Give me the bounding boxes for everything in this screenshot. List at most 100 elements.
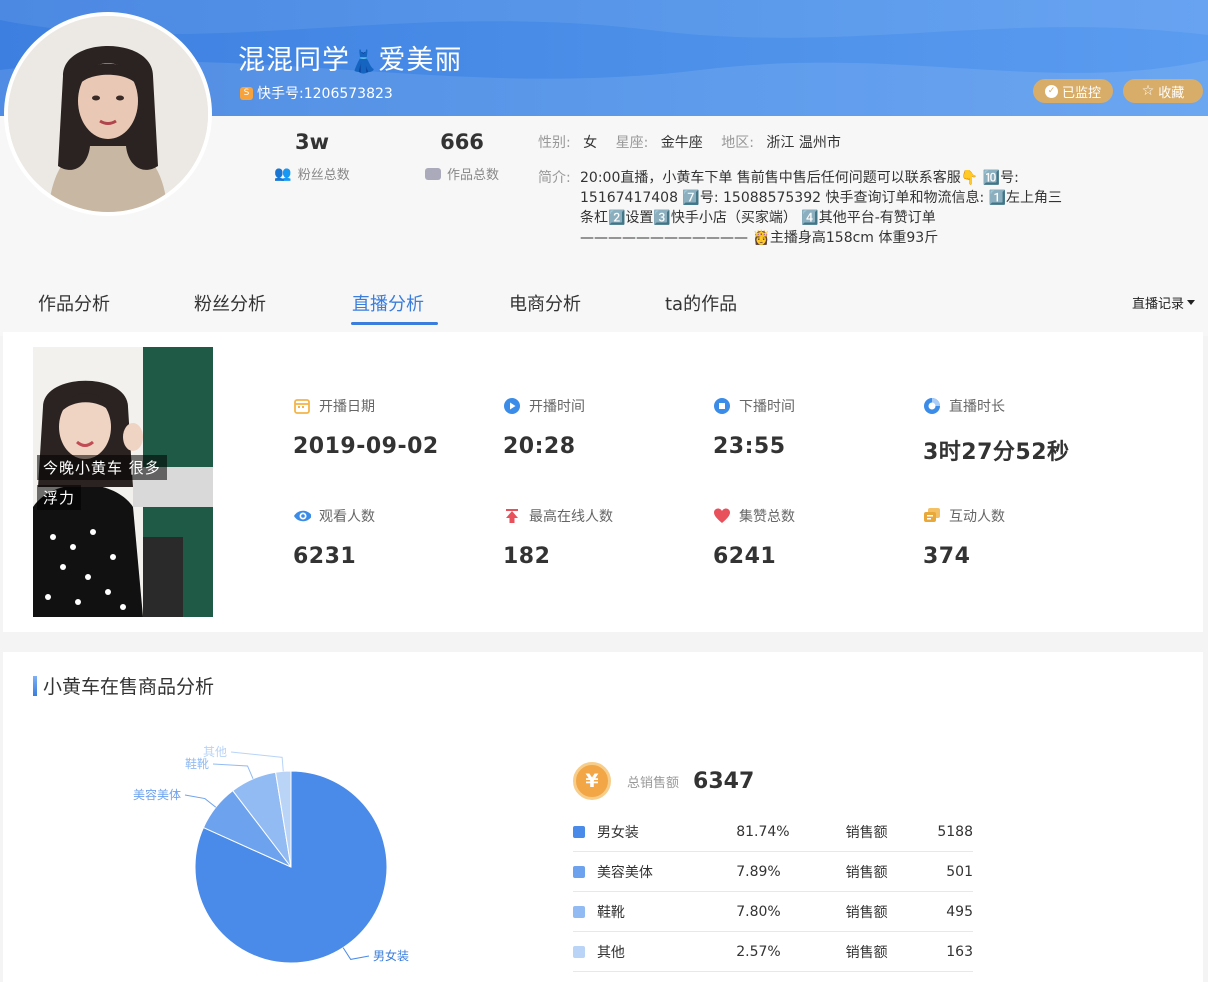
goods-percent: 2.57% (736, 943, 781, 960)
pie-leader-line-3 (230, 751, 284, 772)
pie-leader-line-0 (342, 947, 370, 960)
monitor-button-label: 已监控 (1061, 85, 1101, 101)
film-icon (424, 167, 441, 180)
goods-category: 鞋靴 (596, 904, 625, 921)
anchor-name: 混混同学👗爱美丽 (238, 38, 462, 77)
goods-row: 其他 2.57% 销售额 163 (573, 932, 973, 972)
metric-value: 2019-09-02 (293, 434, 439, 459)
zodiac-label: 星座: (615, 135, 649, 151)
goods-table: 男女装 81.74% 销售额 5188 美容美体 7.89% 销售额 501 鞋靴 7.80% 销售… (573, 812, 973, 972)
metric-value: 20:28 (503, 434, 576, 459)
metric-label: 开播时间 (529, 399, 585, 415)
goods-category: 其他 (596, 944, 625, 961)
play-icon (503, 397, 521, 415)
yen-coin-icon: ¥ (573, 762, 611, 800)
goods-percent: 7.80% (736, 903, 781, 920)
cover-caption-line2: 浮力 (37, 485, 82, 510)
fans-stat: 3w 👥 粉丝总数 (262, 130, 362, 183)
bio-label: 简介: (538, 170, 571, 186)
goods-category: 美容美体 (596, 864, 653, 881)
goods-percent: 81.74% (736, 823, 790, 840)
favorite-button[interactable]: ☆ 收藏 (1123, 79, 1203, 103)
goods-sales-value: 163 (946, 943, 973, 960)
duration-icon (923, 397, 941, 415)
metric-label: 开播日期 (319, 399, 375, 415)
live-cover-photo (33, 347, 213, 617)
goods-row: 鞋靴 7.80% 销售额 495 (573, 892, 973, 932)
metric-viewers: 观看人数 6231 (293, 506, 375, 569)
metric-label: 互动人数 (949, 509, 1005, 525)
avatar (4, 12, 212, 216)
metric-duration: 直播时长 3时27分52秒 (923, 396, 1070, 466)
calendar-icon (293, 397, 311, 415)
metric-label: 最高在线人数 (529, 509, 613, 525)
total-sales-label: 总销售额 (627, 775, 680, 791)
dress-emoji: 👗 (350, 50, 379, 75)
live-record-dropdown[interactable]: 直播记录 (1132, 293, 1196, 312)
works-label: 作品总数 (446, 168, 499, 183)
peak-icon (503, 507, 521, 525)
bio-text: 20:00直播，小黄车下单 售前售中售后任何问题可以联系客服👇 🔟号: 1516… (580, 170, 1063, 246)
region-label: 地区: (721, 135, 754, 151)
active-tab-indicator (351, 322, 438, 325)
stop-icon (713, 397, 731, 415)
metric-label: 下播时间 (739, 399, 795, 415)
kuaishou-id: S 快手号:1206573823 (240, 83, 393, 103)
live-summary-panel: 今晚小黄车 很多 浮力 开播日期 2019-09-02 开播时间 20:28 下… (3, 332, 1203, 632)
goods-sales-value: 495 (946, 903, 973, 920)
legend-swatch (573, 865, 585, 878)
profile-bio: 简介: 20:00直播，小黄车下单 售前售中售后任何问题可以联系客服👇 🔟号: … (538, 168, 1078, 248)
legend-swatch (573, 945, 585, 958)
profile-info: 性别: 女 星座: 金牛座 地区: 浙江 温州市 (538, 132, 841, 152)
tab-ta-works[interactable]: ta的作品 (665, 290, 737, 316)
metric-label: 直播时长 (949, 399, 1005, 415)
analysis-tabs: 作品分析 粉丝分析 直播分析 电商分析 ta的作品 (0, 282, 1208, 328)
metric-value: 6231 (293, 544, 357, 569)
goods-sales-value: 5188 (937, 823, 973, 840)
favorite-button-label: 收藏 (1158, 85, 1185, 101)
goods-sales-label: 销售额 (845, 864, 888, 881)
region-value: 浙江 温州市 (766, 135, 841, 151)
total-sales: ¥ 总销售额 6347 (573, 762, 754, 800)
caret-down-icon (1187, 300, 1196, 305)
metric-value: 182 (503, 544, 551, 569)
goods-sales-value: 501 (946, 863, 973, 880)
metric-value: 3时27分52秒 (923, 440, 1070, 465)
cover-caption-line1: 今晚小黄车 很多 (37, 455, 167, 480)
goods-sales-label: 销售额 (845, 944, 888, 961)
metric-label: 集赞总数 (739, 509, 795, 525)
fans-label: 粉丝总数 (297, 168, 350, 183)
live-cover[interactable]: 今晚小黄车 很多 浮力 (33, 347, 213, 617)
tab-ecommerce-analysis[interactable]: 电商分析 (509, 290, 581, 316)
metric-value: 374 (923, 544, 971, 569)
gender-value: 女 (583, 135, 598, 151)
monitor-button[interactable]: ✓ 已监控 (1033, 79, 1113, 103)
goods-row: 男女装 81.74% 销售额 5188 (573, 812, 973, 852)
zodiac-value: 金牛座 (660, 135, 703, 151)
goods-pie-chart: 男女装美容美体鞋靴其他 (133, 745, 409, 964)
works-stat: 666 作品总数 (412, 130, 512, 183)
goods-category: 男女装 (596, 824, 639, 841)
pie-leader-line-2 (212, 763, 254, 780)
name-text-2: 爱美丽 (378, 45, 463, 76)
gender-label: 性别: (538, 135, 571, 151)
fans-value: 3w (294, 130, 329, 154)
tab-fans-analysis[interactable]: 粉丝分析 (194, 290, 266, 316)
metric-start-date: 开播日期 2019-09-02 (293, 396, 439, 459)
fans-icon: 👥 (274, 165, 292, 182)
metric-start-time: 开播时间 20:28 (503, 396, 585, 459)
metric-peak-online: 最高在线人数 182 (503, 506, 613, 569)
dropdown-label: 直播记录 (1132, 297, 1185, 312)
avatar-photo (8, 16, 208, 212)
tab-live-analysis[interactable]: 直播分析 (352, 290, 424, 316)
pie-label-0: 男女装 (373, 948, 409, 963)
metric-label: 观看人数 (319, 509, 375, 525)
pie-label-1: 美容美体 (133, 787, 181, 802)
metric-likes: 集赞总数 6241 (713, 506, 795, 569)
metric-value: 23:55 (713, 434, 786, 459)
goods-sales-label: 销售额 (845, 824, 888, 841)
goods-percent: 7.89% (736, 863, 781, 880)
goods-row: 美容美体 7.89% 销售额 501 (573, 852, 973, 892)
goods-sales-label: 销售额 (845, 904, 888, 921)
tab-works-analysis[interactable]: 作品分析 (38, 290, 110, 316)
